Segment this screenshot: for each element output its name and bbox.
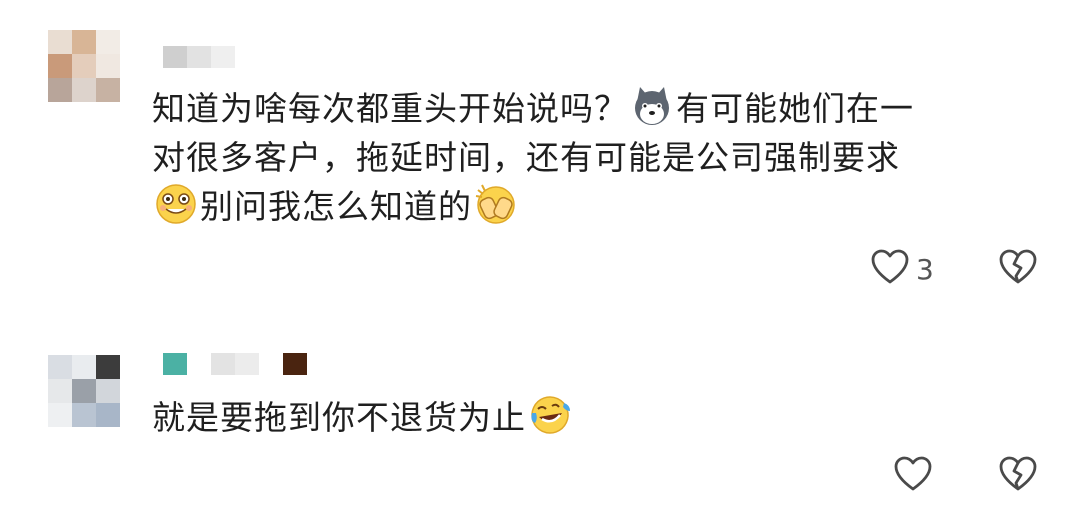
grinning-teeth-emoji xyxy=(154,182,198,226)
avatar-pixel xyxy=(48,78,72,102)
avatar-pixel xyxy=(96,78,120,102)
avatar-pixel xyxy=(96,54,120,78)
like-button[interactable]: 3 xyxy=(870,248,934,290)
avatar-pixel xyxy=(72,403,96,427)
username-pixel xyxy=(211,46,235,68)
comment-text-line: 别问我怎么知道的 xyxy=(200,187,472,226)
avatar-pixel xyxy=(96,30,120,54)
comment-text-line: 就是要拖到你不退货为止 xyxy=(152,398,526,437)
comment-item: 知道为啥每次都重头开始说吗？ 有可能她们在一 对很多客户，拖延时间，还有可能是公… xyxy=(0,0,1080,300)
avatar-pixel xyxy=(72,30,96,54)
avatar-pixel xyxy=(72,78,96,102)
avatar-pixel xyxy=(96,403,120,427)
laughing-tears-emoji xyxy=(528,393,572,437)
comment-text-line: 有可能她们在一 xyxy=(676,89,914,128)
username-pixel xyxy=(163,46,187,68)
comment-text-line: 知道为啥每次都重头开始说吗？ xyxy=(152,89,628,128)
avatar[interactable] xyxy=(48,30,120,102)
avatar-pixel xyxy=(96,379,120,403)
username-blurred[interactable] xyxy=(163,46,235,68)
username-pixel xyxy=(163,353,187,375)
covering-face-emoji xyxy=(474,182,518,226)
dislike-button[interactable] xyxy=(998,455,1038,497)
avatar-pixel xyxy=(72,54,96,78)
comment-text: 知道为啥每次都重头开始说吗？ 有可能她们在一 对很多客户，拖延时间，还有可能是公… xyxy=(152,84,1022,231)
avatar[interactable] xyxy=(48,355,120,427)
heart-outline-icon xyxy=(893,455,933,497)
avatar-pixel xyxy=(48,403,72,427)
comment-text: 就是要拖到你不退货为止 xyxy=(152,393,1022,442)
username-pixel xyxy=(187,46,211,68)
husky-dog-emoji xyxy=(630,84,674,128)
comment-item: 就是要拖到你不退货为止 xyxy=(0,335,1080,518)
avatar-pixel xyxy=(48,54,72,78)
username-pixel xyxy=(187,353,211,375)
avatar-pixel xyxy=(48,355,72,379)
avatar-pixel xyxy=(48,379,72,403)
heart-outline-icon xyxy=(870,248,910,290)
username-blurred[interactable] xyxy=(163,353,307,375)
username-pixel xyxy=(235,353,259,375)
username-pixel xyxy=(211,353,235,375)
broken-heart-icon xyxy=(998,249,1038,290)
like-button[interactable] xyxy=(893,455,933,497)
username-pixel xyxy=(259,353,283,375)
avatar-pixel xyxy=(72,355,96,379)
comment-text-line: 对很多客户，拖延时间，还有可能是公司强制要求 xyxy=(152,138,900,177)
dislike-button[interactable] xyxy=(998,248,1038,290)
like-count: 3 xyxy=(916,252,934,286)
avatar-pixel xyxy=(48,30,72,54)
username-pixel xyxy=(283,353,307,375)
broken-heart-icon xyxy=(998,456,1038,497)
avatar-pixel xyxy=(72,379,96,403)
avatar-pixel xyxy=(96,355,120,379)
